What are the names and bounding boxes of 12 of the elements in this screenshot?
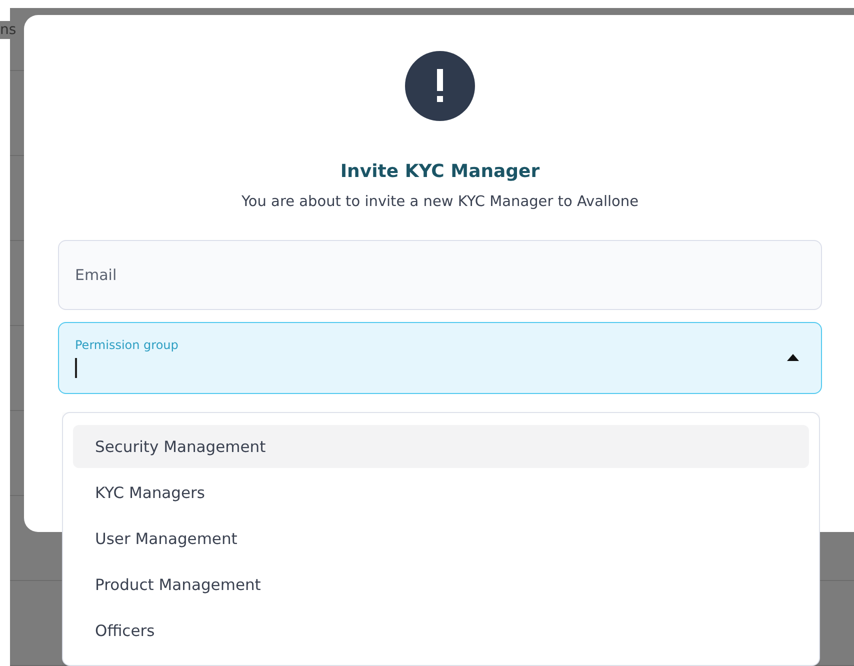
dropdown-option[interactable]: User Management bbox=[73, 517, 809, 561]
dropdown-option[interactable]: Security Management bbox=[73, 425, 809, 468]
dropdown-option[interactable]: KYC Managers bbox=[73, 471, 809, 514]
text-cursor bbox=[75, 358, 76, 378]
exclamation-icon bbox=[405, 51, 475, 121]
truncated-label: ns bbox=[0, 21, 16, 39]
dialog-title: Invite KYC Manager bbox=[339, 161, 541, 182]
dialog-subtitle: You are about to invite a new KYC Manager to Avallone bbox=[240, 194, 640, 210]
caret-up-icon[interactable] bbox=[787, 354, 799, 361]
dropdown-option[interactable]: Product Management bbox=[73, 564, 809, 607]
email-field[interactable]: Email bbox=[58, 240, 822, 310]
dropdown-option[interactable]: Officers bbox=[73, 610, 809, 654]
